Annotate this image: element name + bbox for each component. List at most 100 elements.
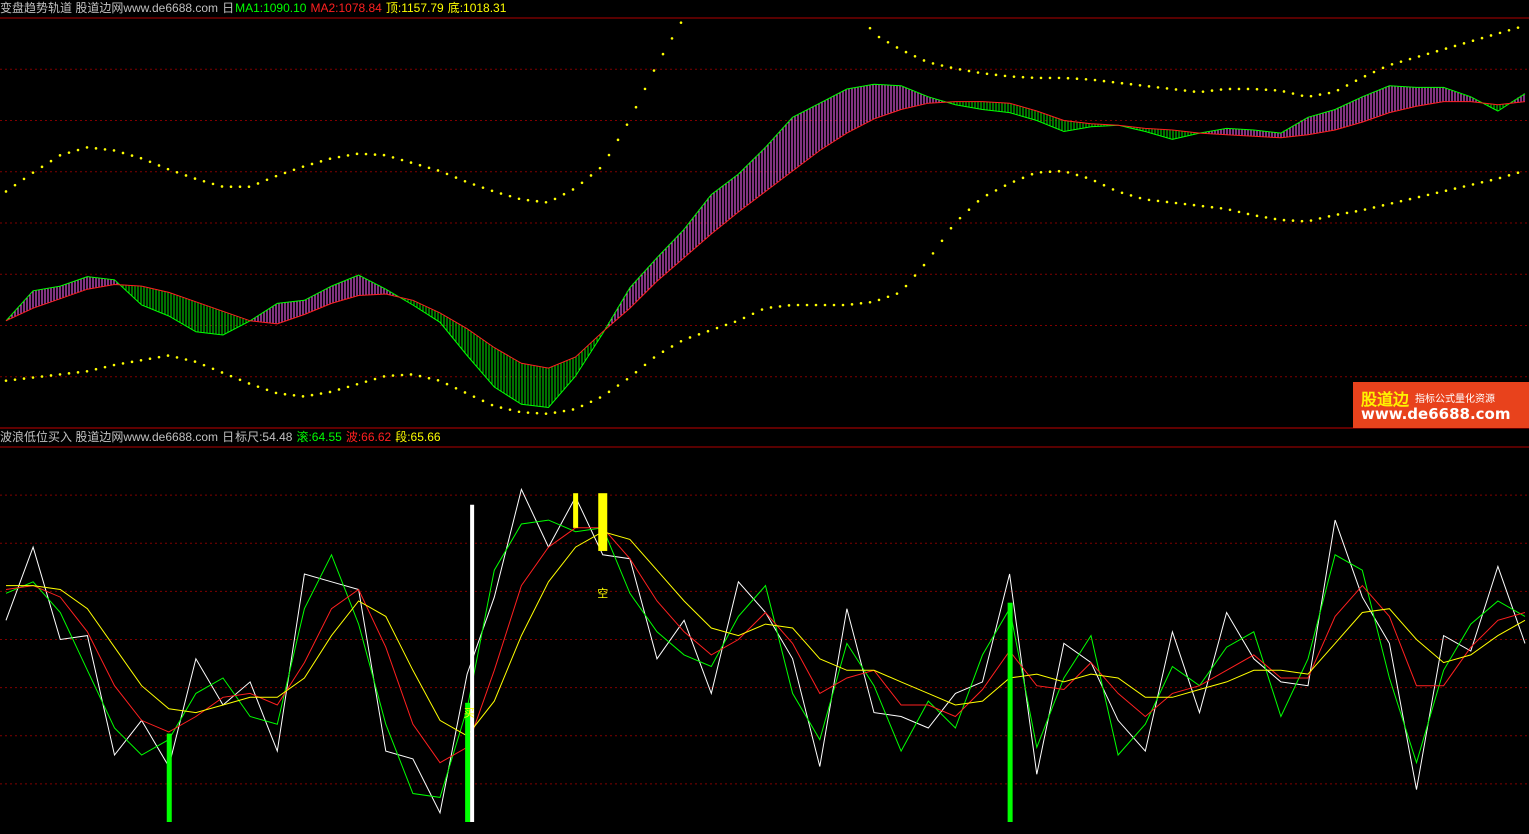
bottom-band-dot [1435,191,1439,195]
top-band-dot [607,153,611,157]
bottom-band-dot [58,373,62,376]
bottom-band-dot [1417,195,1421,199]
sell-signal-bar [573,493,579,528]
top-band-dot [1156,86,1160,89]
bottom-band-dot [895,292,899,295]
top-value: 顶:1157.79 [385,1,444,15]
top-band-dot [553,197,557,201]
bottom-band-dot [1327,215,1331,218]
top-panel-grid [0,17,1529,429]
bottom-band-dot [706,329,710,333]
top-band-dot [283,171,287,175]
top-band-dot [562,192,566,196]
top-panel-plot[interactable] [4,21,1526,415]
chart-canvas[interactable]: 买空 [0,0,1529,834]
top-band-dot [238,185,242,189]
top-band-dot [1246,87,1250,91]
top-band-dot [427,166,431,170]
bottom-band-dot [1372,206,1376,209]
top-band-dot [1147,85,1151,88]
bottom-band-dot [1120,191,1124,195]
bottom-panel-header: 波浪低位买入 股道边网www.de6688.com 日标尺:54.48 滚:64.5… [0,430,445,445]
bottom-band-dot [1075,173,1079,177]
top-band-dot [571,188,575,191]
top-band-dot [247,185,251,189]
top-band-dot [985,72,989,76]
bottom-band-dot [868,300,872,304]
bottom-band-dot [409,373,413,376]
watermark-tagline: 指标公式量化资源 [1415,394,1495,405]
bottom-indicator-name[interactable]: 波浪低位买入 股道边网www.de6688.com [0,430,218,444]
top-band-dot [112,149,116,152]
top-band-dot [877,35,881,39]
bottom-band-dot [1030,172,1034,176]
top-band-dot [1327,91,1331,95]
top-band-dot [1129,82,1133,86]
calendar-icon[interactable]: 日 [222,430,234,444]
bottom-band-dot [418,374,422,378]
calendar-icon[interactable]: 日 [222,1,234,15]
bottom-band-dot [103,365,107,369]
bottom-band-dot [985,193,989,197]
bottom-band-dot [994,189,998,192]
top-band-dot [1372,70,1376,74]
sell-label: 空 [597,586,608,600]
top-band-dot [157,164,161,167]
bottom-band-dot [1111,188,1115,191]
bottom-panel-grid [0,446,1529,785]
bottom-band-dot [463,391,467,394]
bottom-band-dot [328,390,332,394]
ruler-value: 标尺:54.48 [235,430,293,444]
bottom-band-dot [1354,210,1358,213]
bottom-band-dot [139,358,143,362]
bottom-band-dot [850,303,854,306]
bottom-band-dot [436,378,440,382]
bottom-band-dot [310,393,314,397]
bottom-band-dot [49,374,53,377]
bottom-band-dot [364,380,368,383]
top-band-dot [94,147,98,150]
top-indicator-name[interactable]: 变盘趋势轨道 股道边网www.de6688.com [0,1,218,15]
bottom-band-dot [400,373,404,377]
top-band-dot [1048,76,1052,80]
bottom-band-dot [373,377,377,381]
bottom-band-dot [94,367,98,371]
top-panel-header: 变盘趋势轨道 股道边网www.de6688.com 日MA1:1090.10 MA2… [0,1,510,16]
top-band-dot [328,157,332,161]
bottom-band-dot [1390,201,1394,205]
bottom-band-dot [1255,214,1259,218]
top-band-dot [1408,57,1412,61]
top-band-dot [481,186,485,189]
bottom-band-dot [148,357,152,361]
top-band-dot [121,151,125,155]
bottom-band-dot [607,390,611,394]
top-band-dot [1003,74,1007,78]
bottom-band-dot [571,408,575,411]
sell-signal-bar [598,493,608,551]
top-band-dot [1300,94,1304,97]
buy-confirm-bar [470,504,475,822]
bottom-band-dot [652,356,656,359]
bottom-band-dot [184,358,188,361]
top-band-dot [337,155,341,159]
top-band-dot [643,87,647,91]
top-band-dot [472,183,476,186]
top-band-dot [1237,87,1241,91]
bottom-band-dot [508,408,512,411]
top-band-dot [508,194,512,198]
top-band-dot [958,68,962,71]
top-band-dot [1201,90,1205,93]
top-band-dot [409,161,413,164]
top-band-dot [1444,47,1448,50]
bottom-band-dot [1516,171,1520,175]
bottom-band-dot [1156,199,1160,203]
top-band-dot [274,174,278,178]
bottom-band-dot [589,400,593,404]
bottom-band-dot [1363,208,1367,211]
bottom-band-dot [1192,203,1196,207]
bottom-band-dot [544,412,548,415]
top-band-dot [1507,28,1511,32]
bottom-panel-plot[interactable]: 买空 [5,487,1526,822]
bo-line [5,527,1526,764]
bottom-band-dot [40,375,44,378]
